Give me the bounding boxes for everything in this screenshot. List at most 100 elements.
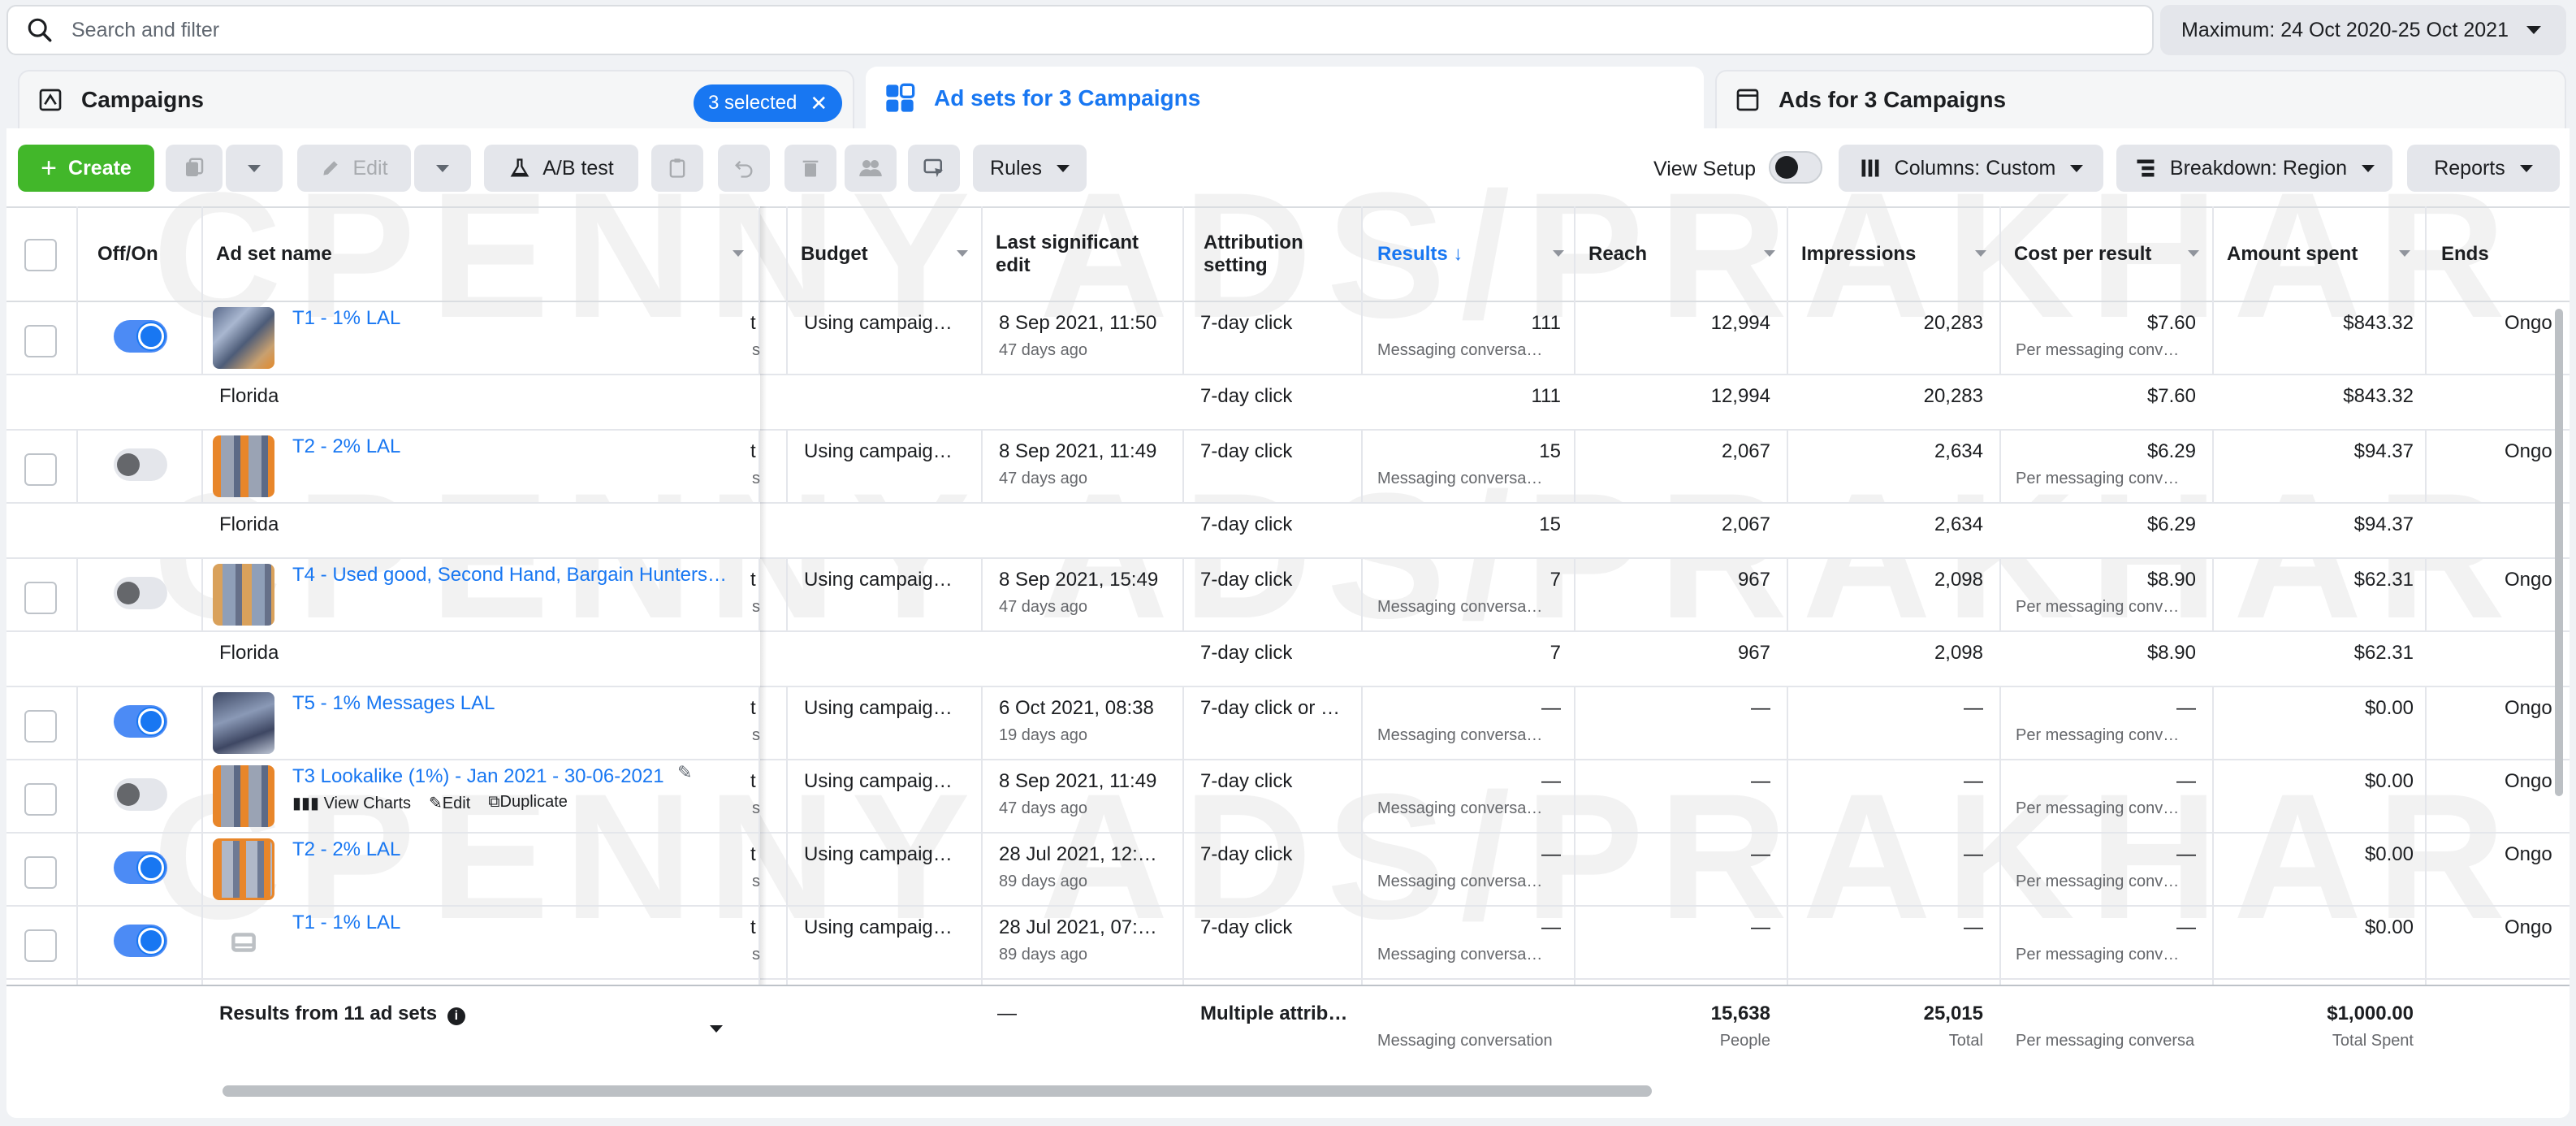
create-label: Create <box>68 156 132 180</box>
table-row[interactable]: T5 - 1% Messages LAL t s Using campaig… 6 Oc… <box>6 687 2570 760</box>
duplicate-dropdown[interactable] <box>226 145 283 192</box>
sort-icon[interactable] <box>2188 250 2199 257</box>
col-ends[interactable]: Ends <box>2427 208 2565 301</box>
adset-name-link[interactable]: T1 - 1% LAL <box>292 307 739 330</box>
audience-button[interactable] <box>845 145 897 192</box>
view-charts-action[interactable]: ▮▮▮ View Charts <box>292 793 411 813</box>
col-budget[interactable]: Budget <box>786 208 973 301</box>
last-edit-cell: 6 Oct 2021, 08:38 <box>999 697 1154 719</box>
edit-dropdown[interactable] <box>414 145 471 192</box>
create-button[interactable]: + Create <box>18 145 154 192</box>
spent-cell: $0.00 <box>2364 916 2414 938</box>
col-off-on[interactable]: Off/On <box>83 208 205 301</box>
delivery-fragment: t <box>750 697 756 719</box>
delete-button[interactable] <box>784 145 836 192</box>
select-all-checkbox[interactable] <box>24 239 57 271</box>
columns-button[interactable]: Columns: Custom <box>1839 145 2103 192</box>
pencil-icon[interactable]: ✎ <box>677 762 692 783</box>
row-checkbox[interactable] <box>24 710 57 743</box>
reports-button[interactable]: Reports <box>2407 145 2560 192</box>
row-toggle[interactable] <box>114 448 167 481</box>
adset-name-link[interactable]: T5 - 1% Messages LAL <box>292 692 739 715</box>
table-row[interactable]: T3 Lookalike (1%) - Jan 2021 - 30-06-202… <box>6 760 2570 834</box>
info-icon[interactable]: i <box>447 1007 465 1025</box>
trash-icon <box>802 160 819 177</box>
row-checkbox[interactable] <box>24 582 57 614</box>
people-icon <box>859 160 882 176</box>
selected-pill[interactable]: 3 selected ✕ <box>694 84 843 122</box>
tab-adsets[interactable]: Ad sets for 3 Campaigns <box>866 67 1704 130</box>
view-setup-toggle[interactable] <box>1769 151 1822 184</box>
col-results[interactable]: Results ↓ <box>1363 208 1558 301</box>
impressions-cell: 2,634 <box>1934 440 1983 462</box>
col-impressions[interactable]: Impressions <box>1787 208 1982 301</box>
clipboard-button[interactable] <box>651 145 703 192</box>
edit-action[interactable]: ✎Edit <box>429 793 470 813</box>
date-range-button[interactable]: Maximum: 24 Oct 2020-25 Oct 2021 <box>2160 5 2566 55</box>
adset-name-link[interactable]: T3 Lookalike (1%) - Jan 2021 - 30-06-202… <box>292 765 739 788</box>
adset-name-link[interactable]: T1 - 1% LAL <box>292 912 739 934</box>
adset-name-link[interactable]: T2 - 2% LAL <box>292 838 739 861</box>
horizontal-scrollbar[interactable] <box>223 1085 1652 1097</box>
sort-icon[interactable] <box>2399 250 2410 257</box>
row-toggle[interactable] <box>114 320 167 353</box>
vertical-scrollbar[interactable] <box>2555 309 2563 796</box>
table-row[interactable]: T1 - 1% LAL t s Using campaig… 8 Sep 2021, 1… <box>6 302 2570 375</box>
sort-icon[interactable] <box>1553 250 1564 257</box>
breakdown-row[interactable]: Florida 7-day click 15 2,067 2,634 $6.29 $94.3… <box>6 504 2570 559</box>
table-row[interactable]: T2 - 2% LAL t s Using campaig… 8 Sep 2021, 1… <box>6 431 2570 504</box>
impressions-cell: — <box>1964 843 1983 865</box>
row-toggle[interactable] <box>114 851 167 884</box>
col-cpr[interactable]: Cost per result <box>1999 208 2194 301</box>
sort-icon[interactable] <box>733 250 744 257</box>
ab-test-button[interactable]: A/B test <box>484 145 638 192</box>
row-toggle[interactable] <box>114 778 167 811</box>
region-label: Florida <box>219 513 279 535</box>
reach-cell: — <box>1751 843 1770 865</box>
table-row[interactable]: T2 - 2% LAL t s Using campaig… 28 Jul 2021, … <box>6 834 2570 907</box>
sort-icon[interactable] <box>1764 250 1775 257</box>
rules-button[interactable]: Rules <box>973 145 1087 192</box>
footer-edit: — <box>997 1003 1017 1024</box>
table-row[interactable]: T4 - Used good, Second Hand, Bargain Hun… <box>6 559 2570 632</box>
close-icon[interactable]: ✕ <box>810 91 828 116</box>
breakdown-row[interactable]: Florida 7-day click 111 12,994 20,283 $7.60 $8… <box>6 375 2570 431</box>
adset-name-link[interactable]: T2 - 2% LAL <box>292 435 739 458</box>
row-checkbox[interactable] <box>24 783 57 816</box>
ad-thumbnail <box>213 765 274 827</box>
search-input[interactable]: Search and filter <box>71 19 219 42</box>
col-attribution[interactable]: Attribution setting <box>1182 208 1345 301</box>
tab-campaigns[interactable]: Campaigns 3 selected ✕ <box>18 70 854 128</box>
duplicate-action[interactable]: ⧉Duplicate <box>488 793 568 813</box>
col-last-edit[interactable]: Last significant edit <box>981 208 1176 301</box>
breakdown-row[interactable]: Florida 7-day click 7 967 2,098 $8.90 $62.31 <box>6 632 2570 687</box>
row-checkbox[interactable] <box>24 325 57 357</box>
breakdown-button[interactable]: Breakdown: Region <box>2116 145 2392 192</box>
row-checkbox[interactable] <box>24 453 57 486</box>
row-toggle[interactable] <box>114 577 167 609</box>
preview-button[interactable] <box>908 145 960 192</box>
row-toggle[interactable] <box>114 925 167 957</box>
tab-ads[interactable]: Ads for 3 Campaigns <box>1715 70 2566 128</box>
adset-name-link[interactable]: T4 - Used good, Second Hand, Bargain Hun… <box>292 564 739 587</box>
last-edit-ago: 47 days ago <box>999 470 1087 487</box>
row-checkbox[interactable] <box>24 929 57 962</box>
row-toggle[interactable] <box>114 705 167 738</box>
undo-button[interactable] <box>718 145 770 192</box>
search-bar[interactable]: Search and filter <box>6 5 2154 55</box>
attr-cell: 7-day click <box>1200 385 1293 407</box>
sort-icon[interactable] <box>1975 250 1986 257</box>
edit-button[interactable]: Edit <box>297 145 411 192</box>
row-checkbox[interactable] <box>24 856 57 889</box>
col-name[interactable]: Ad set name <box>201 208 754 301</box>
col-spent[interactable]: Amount spent <box>2212 208 2407 301</box>
footer-attr: Multiple attrib… <box>1200 1003 1348 1024</box>
duplicate-button[interactable] <box>166 145 223 192</box>
chevron-down-icon[interactable] <box>710 1025 723 1033</box>
reach-cell: 967 <box>1737 642 1770 664</box>
budget-cell: Using campaig… <box>804 916 953 938</box>
col-reach[interactable]: Reach <box>1574 208 1769 301</box>
footer-spent-sub: Total Spent <box>2332 1032 2414 1050</box>
table-row[interactable]: T1 - 1% LAL t s Using campaig… 28 Jul 2021, … <box>6 907 2570 980</box>
sort-icon[interactable] <box>957 250 968 257</box>
